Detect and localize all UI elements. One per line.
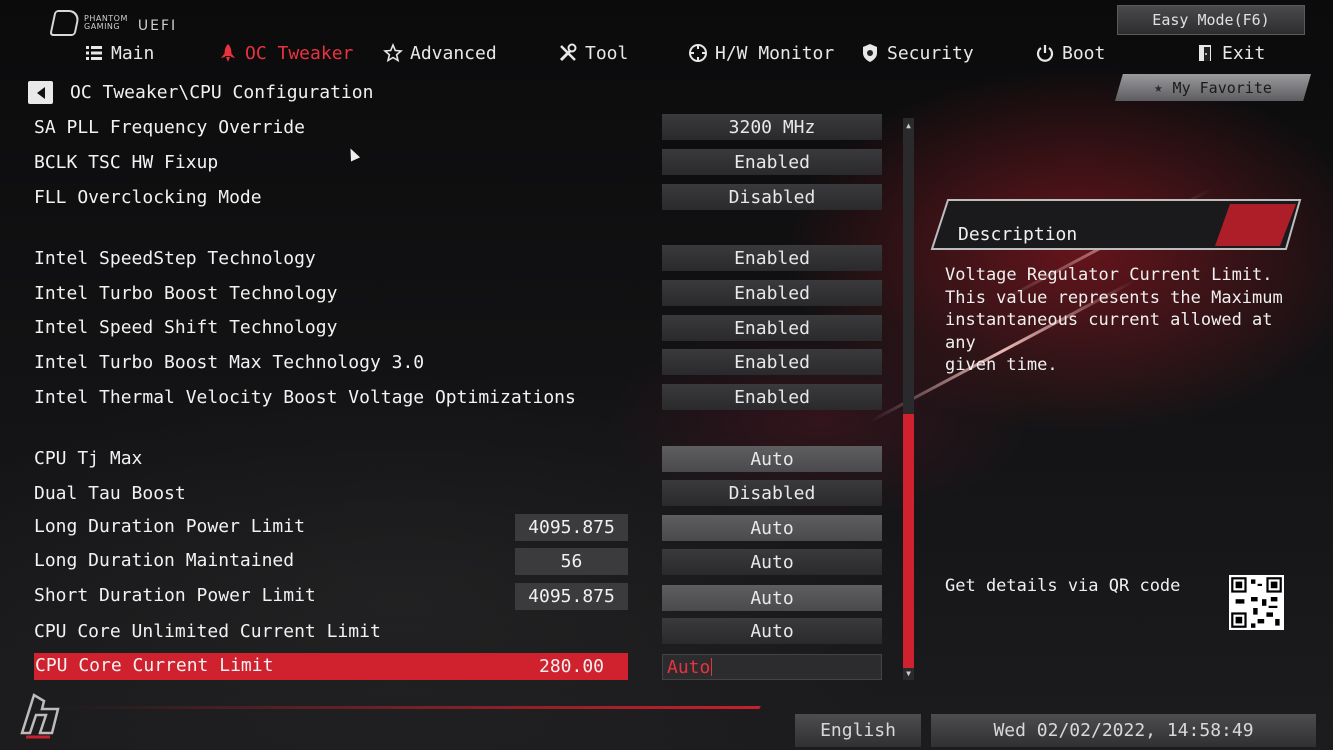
setting-label: Short Duration Power Limit — [34, 585, 316, 606]
setting-value-intel-turbo-boost-max-3[interactable]: Enabled — [662, 349, 882, 375]
setting-label: Intel Thermal Velocity Boost Voltage Opt… — [34, 387, 576, 408]
setting-row-intel-speedstep-technology[interactable]: Intel SpeedStep Technology — [34, 246, 628, 274]
brand-line2: GAMING — [84, 22, 121, 31]
setting-row-cpu-tj-max[interactable]: CPU Tj Max — [34, 446, 628, 474]
my-favorite-button[interactable]: ★ My Favorite — [1115, 74, 1311, 101]
setting-label: CPU Core Current Limit — [35, 655, 274, 676]
breadcrumb: OC Tweaker\CPU Configuration — [70, 82, 374, 103]
setting-label: Long Duration Power Limit — [34, 516, 305, 537]
uefi-label: UEFI — [137, 18, 178, 34]
exit-icon — [1199, 45, 1211, 61]
monitor-icon — [689, 44, 707, 62]
current-value-readout: 56 — [515, 548, 628, 575]
tab-label: Exit — [1222, 42, 1266, 64]
setting-value-dual-tau-boost[interactable]: Disabled — [662, 480, 882, 506]
back-arrow-icon — [36, 86, 45, 99]
setting-label: Intel Turbo Boost Technology — [34, 283, 338, 304]
tab-label: Tool — [585, 42, 629, 64]
input-text: Auto — [667, 656, 711, 678]
setting-label: BCLK TSC HW Fixup — [34, 152, 219, 173]
setting-row-long-duration-power-limit[interactable]: Long Duration Power Limit 4095.875 — [34, 514, 628, 542]
setting-row-cpu-core-unlimited-current-limit[interactable]: CPU Core Unlimited Current Limit — [34, 619, 628, 647]
setting-row-intel-speed-shift-technology[interactable]: Intel Speed Shift Technology — [34, 315, 628, 343]
setting-value-long-duration-power-limit[interactable]: Auto — [662, 515, 882, 541]
setting-row-short-duration-power-limit[interactable]: Short Duration Power Limit 4095.875 — [34, 583, 628, 611]
setting-row-sa-pll-frequency-override[interactable]: SA PLL Frequency Override — [34, 115, 628, 143]
setting-label: SA PLL Frequency Override — [34, 117, 305, 138]
setting-label: Intel SpeedStep Technology — [34, 248, 316, 269]
list-icon — [86, 46, 102, 60]
star-icon: ★ — [1154, 79, 1163, 96]
setting-value-cpu-tj-max[interactable]: Auto — [662, 446, 882, 472]
setting-value-fll-overclocking-mode[interactable]: Disabled — [662, 184, 882, 210]
setting-value-intel-speed-shift-technology[interactable]: Enabled — [662, 315, 882, 341]
scrollbar-thumb[interactable] — [903, 414, 914, 668]
setting-input-cpu-core-current-limit[interactable]: Auto — [662, 654, 882, 680]
scroll-up-arrow-icon[interactable]: ▲ — [903, 120, 914, 130]
text-caret — [711, 658, 713, 676]
star-icon — [383, 43, 403, 63]
tab-label: OC Tweaker — [245, 42, 354, 64]
tab-label: Advanced — [410, 42, 497, 64]
description-text: Voltage Regulator Current Limit. This va… — [945, 265, 1283, 375]
tab-label: Main — [111, 42, 155, 64]
phantom-gaming-emblem-icon — [20, 693, 60, 739]
qr-code-label: Get details via QR code — [945, 576, 1181, 596]
shield-icon — [863, 44, 877, 62]
current-value-readout: 4095.875 — [515, 514, 628, 541]
setting-value-intel-speedstep-technology[interactable]: Enabled — [662, 245, 882, 271]
qr-code — [1229, 575, 1284, 630]
brand-logo: PHANTOM GAMING UEFI — [49, 10, 178, 36]
tab-main[interactable]: Main — [84, 38, 154, 68]
setting-value-short-duration-power-limit[interactable]: Auto — [662, 585, 882, 611]
setting-label: Intel Speed Shift Technology — [34, 317, 338, 338]
setting-label: Long Duration Maintained — [34, 550, 295, 571]
tab-label: H/W Monitor — [715, 42, 835, 64]
tab-label: Boot — [1062, 42, 1106, 64]
scroll-down-arrow-icon[interactable]: ▼ — [903, 668, 914, 678]
back-button[interactable] — [28, 81, 53, 104]
setting-value-intel-tvb-voltage-optimizations[interactable]: Enabled — [662, 384, 882, 410]
easy-mode-button[interactable]: Easy Mode(F6) — [1117, 5, 1305, 35]
setting-row-dual-tau-boost[interactable]: Dual Tau Boost — [34, 481, 628, 509]
language-selector[interactable]: English — [795, 714, 921, 747]
tab-hw-monitor[interactable]: H/W Monitor — [688, 38, 834, 68]
tab-exit[interactable]: Exit — [1195, 38, 1265, 68]
setting-row-intel-turbo-boost-max-3[interactable]: Intel Turbo Boost Max Technology 3.0 — [34, 350, 628, 378]
power-icon — [1036, 45, 1054, 62]
main-nav: Main OC Tweaker Advanced Tool H/W Monito… — [0, 38, 1333, 68]
setting-value-cpu-core-unlimited-current-limit[interactable]: Auto — [662, 618, 882, 644]
tab-label: Security — [887, 42, 974, 64]
setting-label: CPU Tj Max — [34, 448, 143, 469]
setting-value-long-duration-maintained[interactable]: Auto — [662, 549, 882, 575]
setting-value-bclk-tsc-hw-fixup[interactable]: Enabled — [662, 149, 882, 175]
setting-row-bclk-tsc-hw-fixup[interactable]: BCLK TSC HW Fixup — [34, 150, 628, 178]
current-value-readout: 280.00 — [538, 656, 605, 677]
decorative-line — [59, 706, 761, 709]
setting-row-intel-tvb-voltage-optimizations[interactable]: Intel Thermal Velocity Boost Voltage Opt… — [34, 385, 628, 413]
setting-row-fll-overclocking-mode[interactable]: FLL Overclocking Mode — [34, 185, 628, 213]
setting-value-intel-turbo-boost-technology[interactable]: Enabled — [662, 280, 882, 306]
wrench-icon — [559, 43, 577, 62]
setting-row-intel-turbo-boost-technology[interactable]: Intel Turbo Boost Technology — [34, 281, 628, 309]
date-time-display: Wed 02/02/2022, 14:58:49 — [931, 714, 1316, 747]
setting-label: Dual Tau Boost — [34, 483, 186, 504]
tab-security[interactable]: Security — [860, 38, 974, 68]
setting-label: Intel Turbo Boost Max Technology 3.0 — [34, 352, 425, 373]
favorite-label: My Favorite — [1172, 78, 1272, 97]
setting-row-cpu-core-current-limit[interactable]: CPU Core Current Limit 280.00 — [34, 653, 628, 680]
phantom-gaming-logo-icon — [49, 10, 81, 36]
rocket-icon — [221, 44, 235, 62]
setting-label: FLL Overclocking Mode — [34, 187, 262, 208]
current-value-readout: 4095.875 — [515, 583, 628, 610]
tab-tool[interactable]: Tool — [558, 38, 628, 68]
tab-oc-tweaker[interactable]: OC Tweaker — [218, 38, 353, 68]
setting-row-long-duration-maintained[interactable]: Long Duration Maintained 56 — [34, 548, 628, 576]
tab-advanced[interactable]: Advanced — [383, 38, 497, 68]
description-title: Description — [958, 224, 1078, 245]
setting-value-sa-pll-frequency-override[interactable]: 3200 MHz — [662, 114, 882, 140]
setting-label: CPU Core Unlimited Current Limit — [34, 621, 381, 642]
tab-boot[interactable]: Boot — [1035, 38, 1105, 68]
